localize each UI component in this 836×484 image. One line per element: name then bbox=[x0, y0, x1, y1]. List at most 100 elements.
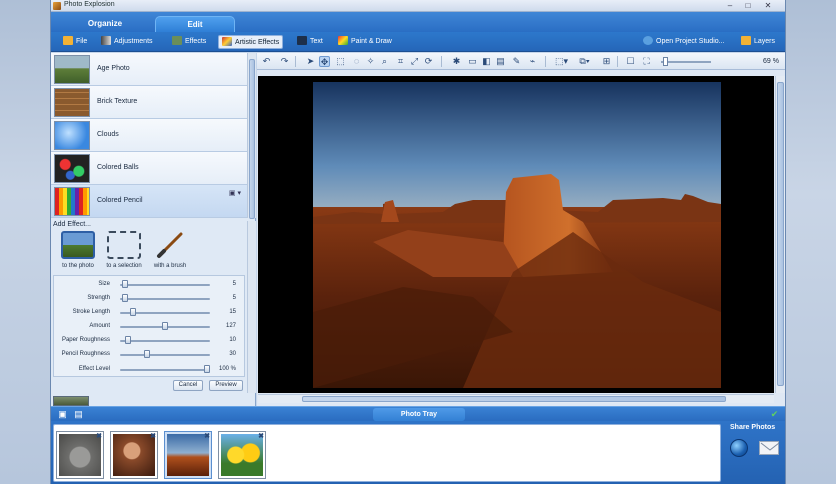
rotate-icon[interactable]: ⟳ bbox=[423, 56, 434, 67]
zoom-slider[interactable] bbox=[661, 61, 711, 63]
slider-stroke-length[interactable]: Stroke Length 15 bbox=[54, 307, 244, 319]
slider-thumb[interactable] bbox=[143, 350, 150, 358]
brick-texture-thumb bbox=[54, 88, 90, 117]
effect-age-photo[interactable]: Age Photo bbox=[51, 53, 247, 86]
redo-icon[interactable]: ↷ bbox=[279, 56, 290, 67]
menu-file[interactable]: File bbox=[63, 35, 87, 49]
apply-to-selection-button[interactable]: to a selection bbox=[101, 231, 147, 271]
menu-artistic-effects[interactable]: Artistic Effects bbox=[218, 35, 284, 49]
file-icon bbox=[63, 36, 73, 45]
desert-photo[interactable] bbox=[313, 82, 721, 388]
close-icon[interactable]: ✕ bbox=[761, 1, 775, 10]
email-icon[interactable] bbox=[759, 441, 780, 455]
remove-photo-icon[interactable]: ✖ bbox=[96, 432, 102, 440]
selection-options-icon[interactable]: ⬚▾ bbox=[555, 56, 568, 67]
slider-thumb[interactable] bbox=[125, 336, 132, 344]
apply-to-photo-button[interactable]: to the photo bbox=[55, 231, 101, 271]
menu-effects-label: Effects bbox=[185, 38, 207, 45]
effect-clouds[interactable]: Clouds bbox=[51, 119, 247, 152]
blemish-icon[interactable]: ◧ bbox=[481, 56, 492, 67]
preview-button[interactable]: Preview bbox=[209, 380, 243, 391]
magic-wand-icon[interactable]: ✧ bbox=[365, 56, 376, 67]
fullscreen-icon[interactable]: ⛶ bbox=[641, 56, 652, 67]
slider-value: 10 bbox=[229, 337, 236, 343]
effect-brick-texture[interactable]: Brick Texture bbox=[51, 86, 247, 119]
brush-tool-icon[interactable]: ▤ bbox=[495, 56, 506, 67]
slider-track[interactable] bbox=[120, 298, 210, 300]
zoom-level[interactable]: 69 % bbox=[763, 58, 779, 65]
layers-button[interactable]: Layers bbox=[741, 35, 775, 49]
tray-photo-koala[interactable]: ✖ bbox=[56, 431, 104, 479]
globe-icon[interactable] bbox=[730, 439, 748, 457]
eyedropper-icon[interactable]: ⌁ bbox=[527, 56, 538, 67]
slider-track[interactable] bbox=[120, 369, 210, 371]
favorite-dropdown-icon[interactable]: ▣ ▾ bbox=[229, 189, 241, 197]
lasso-icon[interactable]: ◌ bbox=[351, 56, 362, 67]
effect-list-scrollbar[interactable] bbox=[247, 53, 256, 219]
slider-thumb[interactable] bbox=[162, 322, 168, 330]
apply-with-brush-button[interactable]: with a brush bbox=[147, 231, 193, 271]
slider-paper-roughness[interactable]: Paper Roughness 10 bbox=[54, 335, 244, 347]
undo-icon[interactable]: ↶ bbox=[261, 56, 272, 67]
slider-label: Pencil Roughness bbox=[61, 351, 110, 357]
tab-edit[interactable]: Edit bbox=[155, 16, 235, 32]
pointer-icon[interactable]: ➤ bbox=[305, 56, 316, 67]
zoom-tool-icon[interactable]: ⌕ bbox=[379, 56, 390, 67]
minimize-icon[interactable]: – bbox=[723, 1, 737, 10]
slider-track[interactable] bbox=[120, 284, 210, 286]
menu-text[interactable]: Text bbox=[297, 35, 323, 49]
comment-icon[interactable]: ☐ bbox=[625, 56, 636, 67]
menu-paint-draw[interactable]: Paint & Draw bbox=[338, 35, 392, 49]
canvas-vertical-scrollbar[interactable] bbox=[775, 76, 785, 393]
slider-thumb[interactable] bbox=[204, 365, 210, 373]
slider-thumb[interactable] bbox=[121, 294, 128, 302]
fit-icon[interactable]: ⊞ bbox=[601, 56, 612, 67]
cancel-button[interactable]: Cancel bbox=[173, 380, 203, 391]
tray-photo-desert[interactable]: ✖ bbox=[164, 431, 212, 479]
slider-thumb[interactable] bbox=[121, 280, 128, 288]
slider-pencil-roughness[interactable]: Pencil Roughness 30 bbox=[54, 349, 244, 361]
slider-size[interactable]: Size 5 bbox=[54, 279, 244, 291]
photo-icon bbox=[61, 231, 95, 259]
open-project-studio-button[interactable]: Open Project Studio... bbox=[643, 35, 724, 49]
slider-strength[interactable]: Strength 5 bbox=[54, 293, 244, 305]
move-icon[interactable]: ✥ bbox=[319, 56, 330, 67]
menu-adjustments[interactable]: Adjustments bbox=[101, 35, 153, 49]
monkey-thumbnail bbox=[113, 434, 155, 476]
crop-icon[interactable]: ⌗ bbox=[395, 56, 406, 67]
effect-colored-balls[interactable]: Colored Balls bbox=[51, 152, 247, 185]
clone-icon[interactable]: ▭ bbox=[467, 56, 478, 67]
effect-list-scroll-thumb[interactable] bbox=[249, 59, 255, 219]
eraser-icon[interactable]: ✎ bbox=[511, 56, 522, 67]
maximize-icon[interactable]: □ bbox=[741, 1, 755, 10]
canvas-horizontal-scrollbar[interactable] bbox=[258, 394, 774, 403]
slider-effect-level[interactable]: Effect Level 100 % bbox=[54, 364, 244, 376]
tray-photo-monkey[interactable]: ✖ bbox=[110, 431, 158, 479]
remove-photo-icon[interactable]: ✖ bbox=[150, 432, 156, 440]
red-eye-icon[interactable]: ✱ bbox=[451, 56, 462, 67]
rect-select-icon[interactable]: ⬚ bbox=[335, 56, 346, 67]
canvas-v-scroll-thumb[interactable] bbox=[777, 82, 784, 386]
menu-effects[interactable]: Effects bbox=[172, 35, 206, 49]
straighten-icon[interactable]: ⤢ bbox=[409, 56, 420, 67]
slider-amount[interactable]: Amount 127 bbox=[54, 321, 244, 333]
tray-options-icon[interactable]: ▤ bbox=[73, 409, 84, 420]
effect-colored-pencil[interactable]: Colored Pencil ▣ ▾ bbox=[51, 185, 247, 218]
tray-photo-flowers[interactable]: ✖ bbox=[218, 431, 266, 479]
photo-tray-title[interactable]: Photo Tray bbox=[373, 408, 465, 421]
tab-organize[interactable]: Organize bbox=[65, 16, 145, 32]
canvas-h-scroll-thumb[interactable] bbox=[302, 396, 726, 402]
remove-photo-icon[interactable]: ✖ bbox=[258, 432, 264, 440]
transform-icon[interactable]: ⧉▾ bbox=[579, 56, 590, 67]
tray-view-icon[interactable]: ▣ bbox=[57, 409, 68, 420]
remove-photo-icon[interactable]: ✖ bbox=[204, 432, 210, 440]
text-icon bbox=[297, 36, 307, 45]
checkmark-icon[interactable]: ✔ bbox=[769, 409, 780, 420]
slider-track[interactable] bbox=[120, 354, 210, 356]
zoom-slider-thumb[interactable] bbox=[663, 57, 669, 66]
slider-value: 5 bbox=[232, 281, 236, 287]
slider-track[interactable] bbox=[120, 340, 210, 342]
image-canvas[interactable] bbox=[258, 76, 774, 393]
slider-thumb[interactable] bbox=[130, 308, 137, 316]
settings-scrollbar[interactable] bbox=[247, 221, 256, 393]
